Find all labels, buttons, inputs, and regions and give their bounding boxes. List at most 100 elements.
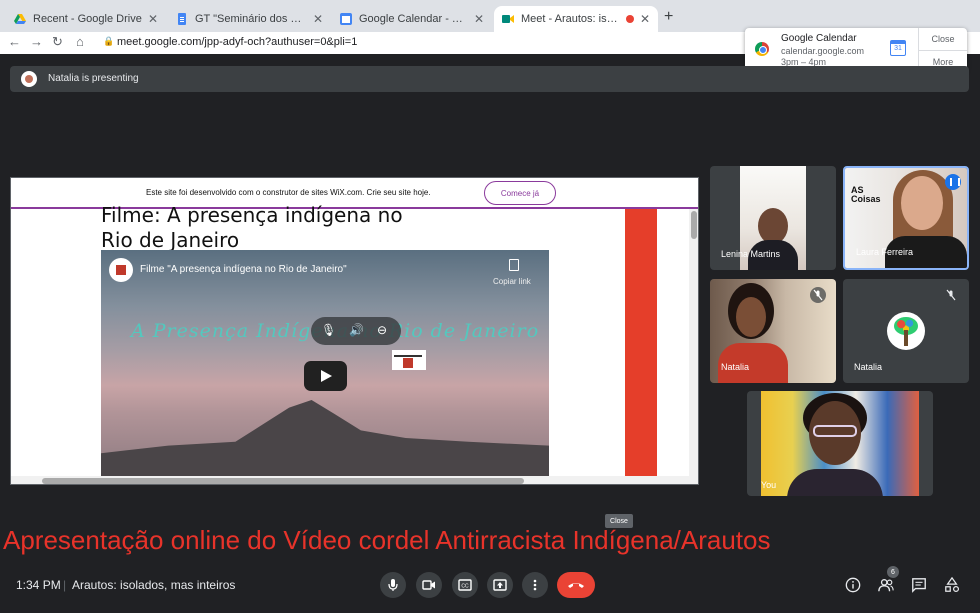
microphone-icon: [388, 579, 398, 591]
play-button[interactable]: [304, 361, 347, 391]
close-tab-icon[interactable]: ✕: [313, 12, 323, 26]
video-sticker-logo: [392, 350, 426, 370]
tab-title: GT "Seminário dos 10 anos da: [195, 13, 307, 25]
volume-icon[interactable]: 🔊: [349, 323, 364, 337]
video-title[interactable]: Filme "A presença indígena no Rio de Jan…: [140, 264, 347, 275]
participant-glasses: [813, 425, 857, 437]
notification-close-button[interactable]: Close: [919, 28, 967, 50]
calendar-day: 31: [894, 45, 902, 52]
camera-icon: [422, 580, 435, 590]
participant-tile[interactable]: Natalia: [710, 279, 836, 383]
activities-button[interactable]: [943, 576, 961, 594]
info-icon: [845, 577, 861, 593]
back-arrow-icon[interactable]: ←: [8, 34, 21, 49]
captions-icon: CC: [458, 579, 472, 591]
people-button[interactable]: [877, 576, 895, 594]
tab-google-docs[interactable]: GT "Seminário dos 10 anos da ✕: [168, 6, 331, 32]
horizontal-scrollbar[interactable]: [11, 476, 698, 484]
tab-google-drive[interactable]: Recent - Google Drive ✕: [6, 6, 166, 32]
new-tab-button[interactable]: +: [664, 8, 673, 26]
participant-face: [736, 297, 766, 337]
tab-google-meet[interactable]: Meet - Arautos: isolados, m ✕: [494, 6, 658, 32]
tree-trunk: [904, 330, 908, 346]
recording-indicator-icon: [625, 15, 634, 23]
presenter-avatar: [21, 71, 37, 87]
close-tooltip: Close: [605, 514, 633, 528]
captions-button[interactable]: CC: [452, 572, 478, 598]
tab-title: Google Calendar - Thursday, M: [359, 13, 468, 25]
wix-start-button[interactable]: Comece já: [484, 181, 556, 205]
copy-link-label[interactable]: Copiar link: [493, 277, 531, 286]
presenting-label: Natalia is presenting: [48, 73, 139, 84]
participant-body: [787, 469, 883, 496]
chat-icon: [912, 578, 926, 593]
reload-icon[interactable]: ↻: [52, 34, 63, 50]
microphone-button[interactable]: [380, 572, 406, 598]
video-mountain-scene: [101, 400, 549, 476]
wix-banner-text: Este site foi desenvolvido com o constru…: [146, 188, 431, 197]
google-calendar-icon: [340, 13, 352, 25]
scroll-thumb[interactable]: [691, 211, 697, 239]
embedded-video[interactable]: Filme "A presença indígena no Rio de Jan…: [101, 250, 549, 476]
more-options-button[interactable]: [522, 572, 548, 598]
google-docs-icon: [178, 13, 186, 25]
close-tab-icon[interactable]: ✕: [474, 12, 484, 26]
participant-face: [901, 176, 943, 230]
present-screen-icon: [493, 579, 507, 591]
minus-circle-icon[interactable]: ⊖: [377, 323, 387, 337]
hang-up-icon: [568, 583, 584, 588]
heading-line-1: Filme: A presença indígena no: [101, 203, 403, 227]
chrome-icon: [755, 42, 769, 56]
participant-face: [758, 208, 788, 244]
separator: |: [63, 578, 67, 592]
audio-controls: 🎙 🔊 ⊖: [311, 317, 401, 345]
close-tab-icon[interactable]: ✕: [148, 12, 158, 26]
copy-link-icon[interactable]: [509, 259, 519, 271]
speaking-indicator-icon: [945, 174, 961, 190]
channel-logo-icon[interactable]: [109, 258, 133, 282]
participant-tile[interactable]: Natalia: [843, 279, 969, 383]
notification-title: Google Calendar: [781, 33, 857, 44]
participant-name: You: [761, 480, 777, 490]
vertical-scrollbar[interactable]: [689, 209, 698, 477]
tab-title: Recent - Google Drive: [33, 13, 142, 25]
leave-call-button[interactable]: [557, 572, 595, 598]
lock-icon[interactable]: 🔒: [103, 36, 114, 47]
activities-icon: [945, 577, 960, 593]
camera-button[interactable]: [416, 572, 442, 598]
participant-tile[interactable]: AS Coisas Laura Ferreira: [843, 166, 969, 270]
page-heading: Filme: A presença indígena no Rio de Jan…: [101, 203, 403, 253]
home-icon[interactable]: ⌂: [76, 34, 84, 49]
self-view-tile[interactable]: You: [747, 391, 933, 496]
caption-overlay: Apresentação online do Vídeo cordel Anti…: [3, 525, 771, 555]
calendar-icon: 31: [890, 40, 906, 56]
mic-off-icon: [810, 287, 826, 303]
meeting-time: 1:34 PM: [16, 578, 61, 592]
tree-avatar: [887, 312, 925, 350]
background-sign: AS Coisas: [851, 185, 881, 204]
present-button[interactable]: [487, 572, 513, 598]
mic-off-icon: [946, 289, 956, 301]
close-tab-icon[interactable]: ✕: [640, 12, 650, 26]
svg-text:CC: CC: [461, 584, 469, 590]
google-meet-icon: [502, 15, 514, 23]
presenting-bar: Natalia is presenting: [10, 66, 969, 92]
tab-google-calendar[interactable]: Google Calendar - Thursday, M ✕: [332, 6, 492, 32]
participant-name: Natalia: [854, 362, 883, 372]
google-drive-icon: [14, 14, 26, 24]
meeting-name: Arautos: isolados, mas inteiros: [72, 578, 236, 592]
meeting-details-button[interactable]: [844, 576, 862, 594]
people-icon: [878, 579, 894, 592]
scroll-thumb[interactable]: [42, 478, 524, 484]
chat-button[interactable]: [910, 576, 928, 594]
participant-name: Natalia: [721, 362, 750, 372]
participant-name: Lenina Martins: [721, 249, 781, 259]
forward-arrow-icon[interactable]: →: [30, 34, 43, 49]
participant-name: Laura Ferreira: [856, 247, 914, 257]
address-bar[interactable]: meet.google.com/jpp-adyf-och?authuser=0&…: [117, 36, 357, 48]
participant-tile[interactable]: Lenina Martins: [710, 166, 836, 270]
tab-title: Meet - Arautos: isolados, m: [521, 13, 622, 25]
more-vert-icon: [533, 579, 537, 591]
mic-off-icon[interactable]: 🎙: [321, 323, 336, 337]
shared-screen: Este site foi desenvolvido com o constru…: [10, 177, 699, 485]
